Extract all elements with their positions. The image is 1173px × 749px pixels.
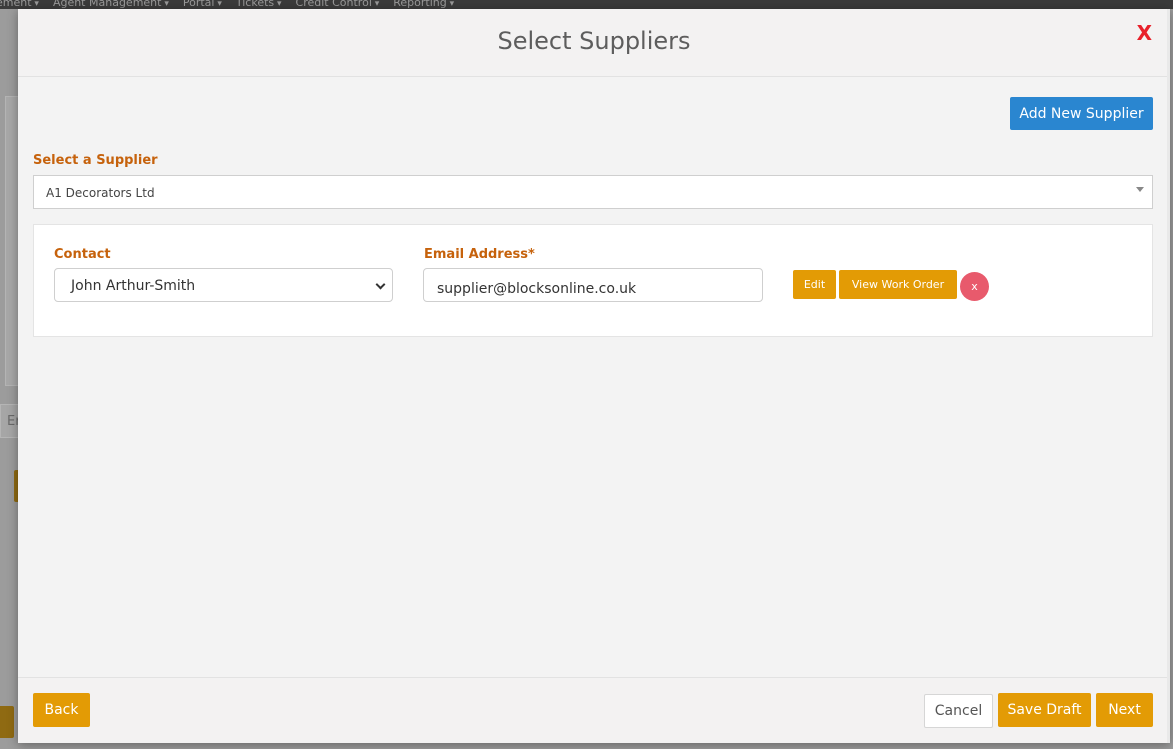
contact-select[interactable]: John Arthur-Smith <box>54 268 393 302</box>
background-nav-item: Portal <box>183 0 222 9</box>
supplier-select[interactable]: A1 Decorators Ltd <box>33 175 1153 209</box>
view-work-order-button[interactable]: View Work Order <box>839 270 957 299</box>
modal-header: Select Suppliers X <box>18 9 1170 77</box>
background-nav-item: Agent Management <box>53 0 169 9</box>
next-button[interactable]: Next <box>1096 693 1153 727</box>
background-nav-items: ement Agent Management Portal Tickets Cr… <box>0 0 454 9</box>
background-input: Er <box>0 404 20 438</box>
chevron-down-icon <box>375 279 386 290</box>
save-draft-button[interactable]: Save Draft <box>998 693 1091 727</box>
supplier-select-value: A1 Decorators Ltd <box>46 186 155 200</box>
edit-button[interactable]: Edit <box>793 270 836 299</box>
select-suppliers-modal: Select Suppliers X Add New Supplier Sele… <box>18 9 1170 743</box>
email-label-text: Email Address <box>424 247 529 262</box>
caret-down-icon <box>1136 187 1144 192</box>
background-button <box>0 706 14 738</box>
background-nav-item: Tickets <box>236 0 282 9</box>
close-icon[interactable]: X <box>1137 21 1152 45</box>
supplier-contact-card: Contact Email Address* John Arthur-Smith… <box>33 224 1153 337</box>
scrollbar[interactable] <box>1167 9 1170 743</box>
background-nav-item: Credit Control <box>296 0 380 9</box>
email-label: Email Address* <box>424 247 535 262</box>
required-mark: * <box>528 247 535 262</box>
modal-footer: Back Cancel Save Draft Next <box>18 677 1170 743</box>
add-new-supplier-button[interactable]: Add New Supplier <box>1010 97 1153 130</box>
background-nav-bar: ement Agent Management Portal Tickets Cr… <box>0 0 1173 9</box>
back-button[interactable]: Back <box>33 693 90 727</box>
supplier-select-label: Select a Supplier <box>33 153 158 168</box>
modal-title: Select Suppliers <box>497 27 691 55</box>
contact-label: Contact <box>54 247 111 262</box>
background-nav-item: Reporting <box>393 0 454 9</box>
remove-supplier-button[interactable]: x <box>960 272 989 301</box>
cancel-button[interactable]: Cancel <box>924 694 993 728</box>
contact-select-value: John Arthur-Smith <box>71 278 196 294</box>
email-input[interactable] <box>423 268 763 302</box>
background-nav-item: ement <box>0 0 39 9</box>
